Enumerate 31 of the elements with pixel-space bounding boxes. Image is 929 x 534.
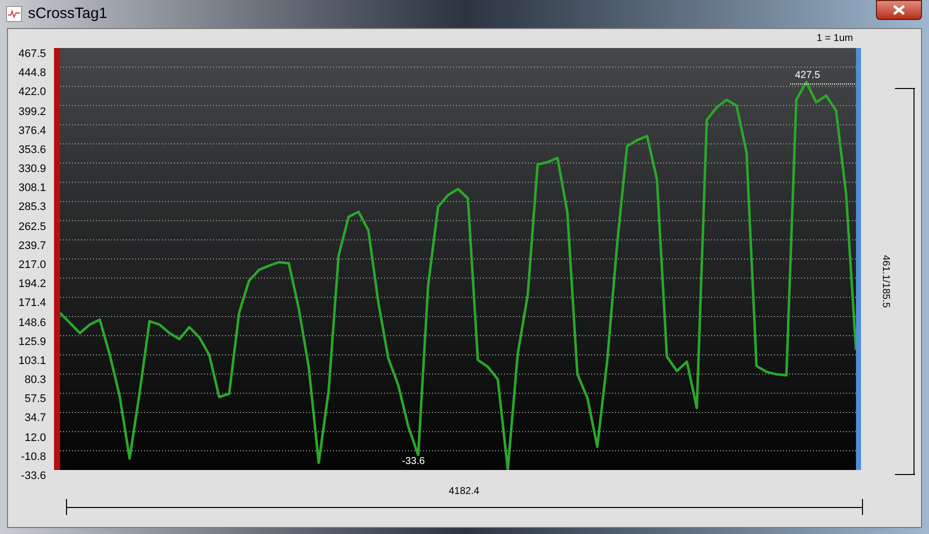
y-axis-label: 80.3	[24, 374, 46, 386]
y-axis-label: 125.9	[18, 336, 46, 348]
y-axis-label: 308.1	[18, 182, 46, 194]
y-axis-label: 399.2	[18, 106, 46, 118]
close-button[interactable]	[876, 0, 922, 20]
y-axis-label: 12.0	[24, 432, 46, 444]
y-axis-label: 171.4	[18, 297, 46, 310]
scale-label: 1 = 1um	[816, 32, 853, 46]
y-axis-label: 353.6	[18, 144, 46, 156]
y-axis-label: 330.9	[18, 163, 46, 176]
y-axis-label: -10.8	[20, 450, 46, 463]
y-axis-label: 285.3	[18, 201, 46, 214]
height-span-label: 461.1/185.5	[879, 254, 891, 308]
y-axis-label: 239.7	[18, 240, 46, 252]
close-icon	[893, 5, 905, 15]
width-span-label: 4182.4	[448, 485, 480, 499]
max-marker: 427.5	[795, 70, 820, 82]
y-axis-label: 262.5	[18, 220, 46, 233]
y-axis-label: 148.6	[18, 316, 46, 329]
y-axis-label: 376.4	[18, 124, 46, 137]
y-axis-label: 444.8	[18, 67, 46, 80]
y-axis-label: 467.5	[18, 48, 46, 60]
y-axis-label: 34.7	[24, 412, 46, 424]
window-title: sCrossTag1	[28, 4, 108, 24]
y-axis-label: 217.0	[18, 258, 46, 271]
y-axis-label: 57.5	[24, 393, 46, 406]
y-axis-label: 194.2	[18, 278, 46, 290]
y-axis-label: 103.1	[18, 354, 46, 367]
app-icon	[6, 6, 22, 22]
y-axis-label: -33.6	[20, 470, 46, 482]
y-axis-label: 422.0	[18, 86, 46, 98]
